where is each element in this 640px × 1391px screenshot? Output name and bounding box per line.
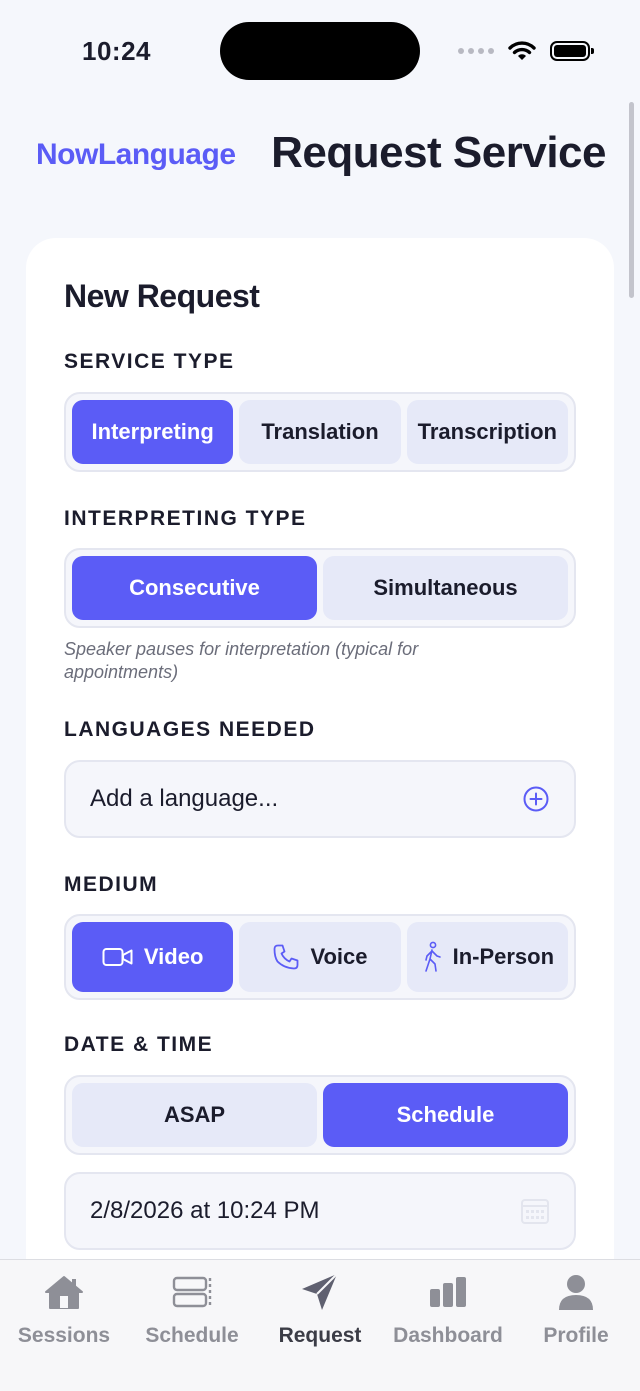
calendar-icon[interactable] (520, 1197, 550, 1225)
status-icons (458, 40, 594, 62)
bar-chart-icon (430, 1277, 466, 1307)
date-time-segmented-control: ASAP Schedule (64, 1075, 576, 1155)
tab-sessions-label: Sessions (17, 1324, 111, 1347)
page-title: Request Service (271, 128, 606, 177)
date-time-schedule[interactable]: Schedule (323, 1083, 568, 1147)
status-bar: 10:24 (0, 0, 640, 100)
wifi-icon (508, 41, 536, 60)
brand-logo: NowLanguage (36, 138, 236, 171)
tab-dashboard[interactable]: Dashboard (384, 1260, 512, 1391)
date-time-asap[interactable]: ASAP (72, 1083, 317, 1147)
medium-in-person[interactable]: In-Person (406, 922, 568, 992)
service-type-label: SERVICE TYPE (64, 350, 235, 373)
dynamic-island (220, 22, 420, 80)
tab-schedule-label: Schedule (145, 1324, 239, 1347)
service-type-translation[interactable]: Translation (239, 400, 401, 464)
language-input-placeholder: Add a language... (90, 785, 279, 812)
interpreting-type-label: INTERPRETING TYPE (64, 507, 307, 530)
medium-in-person-label: In-Person (452, 944, 555, 969)
tab-request-label: Request (278, 1324, 362, 1347)
header: NowLanguage Request Service (0, 124, 640, 188)
tab-dashboard-label: Dashboard (393, 1324, 503, 1347)
paper-plane-icon (302, 1273, 338, 1310)
video-camera-icon (102, 948, 133, 966)
tab-profile[interactable]: Profile (512, 1260, 640, 1391)
interpreting-type-helper: Speaker pauses for interpretation (typic… (64, 639, 419, 682)
language-input[interactable]: Add a language... (64, 760, 576, 838)
house-icon (45, 1276, 83, 1309)
tab-sessions[interactable]: Sessions (0, 1260, 128, 1391)
medium-video[interactable]: Video (72, 922, 234, 992)
schedule-icon (172, 1276, 212, 1308)
tab-profile-label: Profile (543, 1324, 609, 1347)
languages-label: LANGUAGES NEEDED (64, 718, 316, 741)
interpreting-type-consecutive[interactable]: Consecutive (72, 556, 317, 620)
service-type-interpreting[interactable]: Interpreting (72, 400, 234, 464)
request-form-card: New Request SERVICE TYPE Interpreting Tr… (26, 238, 614, 1298)
tab-request[interactable]: Request (256, 1260, 384, 1391)
medium-label: MEDIUM (64, 873, 159, 896)
phone-icon (274, 944, 299, 970)
walking-person-icon (424, 941, 441, 972)
service-type-transcription[interactable]: Transcription (406, 400, 568, 464)
medium-segmented-control: Video Voice In-Person (64, 914, 576, 1000)
add-circle-icon[interactable] (522, 785, 550, 813)
person-icon (559, 1275, 593, 1310)
interpreting-type-segmented-control: Consecutive Simultaneous (64, 548, 576, 628)
date-time-label: DATE & TIME (64, 1033, 214, 1056)
date-time-value: 2/8/2026 at 10:24 PM (90, 1197, 320, 1224)
interpreting-type-simultaneous[interactable]: Simultaneous (323, 556, 568, 620)
service-type-segmented-control: Interpreting Translation Transcription (64, 392, 576, 472)
tab-schedule[interactable]: Schedule (128, 1260, 256, 1391)
medium-voice-label: Voice (310, 944, 368, 969)
medium-voice[interactable]: Voice (239, 922, 401, 992)
medium-video-label: Video (143, 944, 204, 969)
cellular-signal-icon (458, 48, 494, 54)
date-time-picker[interactable]: 2/8/2026 at 10:24 PM (64, 1172, 576, 1250)
form-title: New Request (64, 278, 260, 314)
status-time: 10:24 (82, 36, 151, 66)
tab-bar: Sessions Schedule Request Dashboard Prof… (0, 1259, 640, 1391)
battery-icon (550, 41, 594, 61)
